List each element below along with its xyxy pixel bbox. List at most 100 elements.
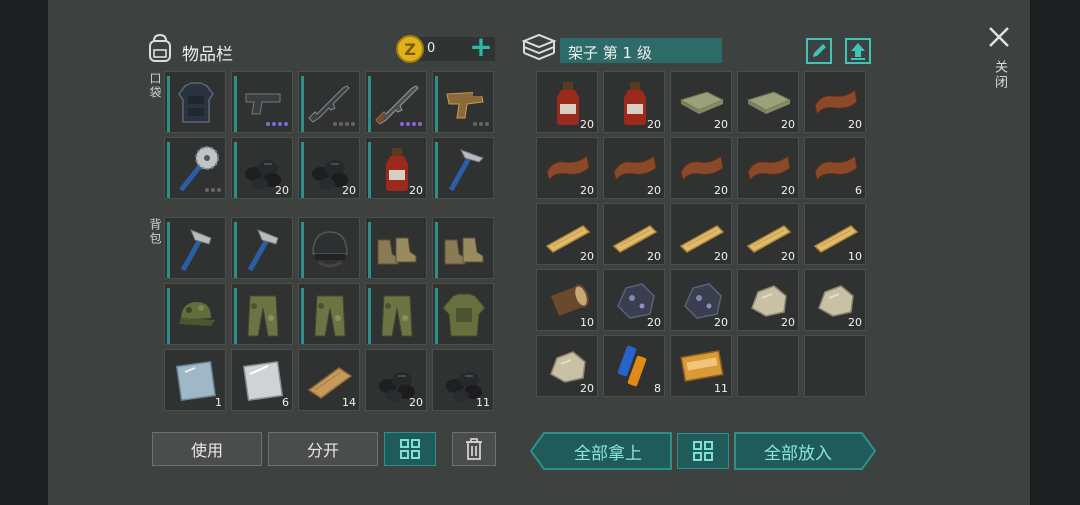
inventory-slot[interactable] bbox=[365, 283, 427, 345]
inventory-slot[interactable]: 20 bbox=[536, 335, 598, 397]
item-count: 10 bbox=[580, 316, 594, 329]
add-coins-button[interactable]: + bbox=[468, 33, 494, 61]
inventory-slot[interactable]: 1 bbox=[164, 349, 226, 411]
inventory-slot[interactable] bbox=[164, 217, 226, 279]
trash-icon bbox=[466, 438, 482, 460]
inventory-slot[interactable] bbox=[432, 217, 494, 279]
inventory-slot[interactable] bbox=[298, 283, 360, 345]
item-count: 11 bbox=[714, 382, 728, 395]
ak-rifle-icon bbox=[375, 85, 419, 125]
coin-count: 0 bbox=[427, 41, 436, 56]
empty-slot[interactable] bbox=[804, 335, 866, 397]
inventory-slot[interactable] bbox=[164, 283, 226, 345]
inventory-slot[interactable] bbox=[298, 217, 360, 279]
inventory-slot[interactable]: 20 bbox=[737, 137, 799, 199]
shelf-icon bbox=[521, 33, 557, 61]
boots-icon bbox=[444, 237, 484, 265]
inventory-slot[interactable]: 6 bbox=[231, 349, 293, 411]
inventory-slot[interactable]: 20 bbox=[603, 71, 665, 133]
inventory-slot[interactable]: 14 bbox=[298, 349, 360, 411]
item-count: 20 bbox=[848, 118, 862, 131]
grid-icon bbox=[693, 441, 713, 461]
inventory-slot[interactable]: 20 bbox=[737, 203, 799, 265]
inventory-slot[interactable] bbox=[164, 137, 226, 199]
quality-dots bbox=[266, 122, 288, 127]
item-count: 20 bbox=[714, 184, 728, 197]
inventory-slot[interactable]: 20 bbox=[670, 269, 732, 331]
item-count: 20 bbox=[580, 118, 594, 131]
inventory-slot[interactable]: 8 bbox=[603, 335, 665, 397]
inventory-slot[interactable]: 20 bbox=[603, 203, 665, 265]
glass-plate-icon bbox=[175, 360, 217, 402]
inventory-slot[interactable]: 11 bbox=[670, 335, 732, 397]
item-count: 20 bbox=[647, 118, 661, 131]
camo-jacket-icon bbox=[442, 293, 486, 337]
sort-shelf-button[interactable] bbox=[677, 433, 729, 469]
item-count: 20 bbox=[714, 250, 728, 263]
camo-pants-icon bbox=[247, 295, 279, 337]
inventory-slot[interactable]: 20 bbox=[603, 137, 665, 199]
hammer-axe-icon bbox=[180, 229, 212, 272]
inventory-slot[interactable]: 6 bbox=[804, 137, 866, 199]
inventory-slot[interactable] bbox=[231, 217, 293, 279]
inventory-slot[interactable]: 20 bbox=[804, 71, 866, 133]
inventory-slot[interactable]: 10 bbox=[536, 269, 598, 331]
inventory-slot[interactable]: 20 bbox=[298, 137, 360, 199]
inventory-slot[interactable]: 10 bbox=[804, 203, 866, 265]
pistol-icon bbox=[245, 93, 281, 115]
item-count: 20 bbox=[275, 184, 289, 197]
split-button[interactable]: 分开 bbox=[268, 432, 378, 466]
put-all-label: 全部放入 bbox=[764, 443, 832, 464]
boots-icon bbox=[377, 237, 417, 265]
inventory-slot[interactable]: 20 bbox=[737, 269, 799, 331]
inventory-slot[interactable]: 20 bbox=[670, 137, 732, 199]
item-count: 20 bbox=[647, 250, 661, 263]
item-count: 11 bbox=[476, 396, 490, 409]
armor-vest-icon bbox=[178, 82, 214, 123]
inventory-slot[interactable] bbox=[432, 71, 494, 133]
close-label: 关闭 bbox=[992, 60, 1007, 90]
camo-cap-icon bbox=[179, 302, 215, 326]
inventory-slot[interactable]: 20 bbox=[365, 349, 427, 411]
inventory-slot[interactable]: 20 bbox=[804, 269, 866, 331]
inventory-slot[interactable]: 20 bbox=[536, 71, 598, 133]
inventory-slot[interactable] bbox=[365, 71, 427, 133]
grid-icon bbox=[400, 439, 420, 459]
item-count: 8 bbox=[654, 382, 661, 395]
inventory-slot[interactable] bbox=[231, 71, 293, 133]
inventory-slot[interactable]: 11 bbox=[432, 349, 494, 411]
inventory-slot[interactable]: 20 bbox=[670, 71, 732, 133]
inventory-slot[interactable]: 20 bbox=[231, 137, 293, 199]
close-button[interactable]: 关闭 bbox=[984, 22, 1014, 102]
inventory-slot[interactable] bbox=[432, 283, 494, 345]
take-all-label: 全部拿上 bbox=[574, 443, 642, 464]
svg-text:Z: Z bbox=[404, 40, 416, 59]
trash-button[interactable] bbox=[452, 432, 496, 466]
inventory-slot[interactable]: 20 bbox=[365, 137, 427, 199]
inventory-slot[interactable] bbox=[365, 217, 427, 279]
inventory-slot[interactable] bbox=[231, 283, 293, 345]
inventory-slot[interactable]: 20 bbox=[670, 203, 732, 265]
item-count: 20 bbox=[781, 184, 795, 197]
upgrade-button[interactable] bbox=[845, 38, 871, 64]
empty-slot[interactable] bbox=[737, 335, 799, 397]
item-count: 1 bbox=[215, 396, 222, 409]
inventory-slot[interactable]: 20 bbox=[603, 269, 665, 331]
inventory-slot[interactable]: 20 bbox=[536, 203, 598, 265]
inventory-title: 物品栏 bbox=[182, 45, 233, 65]
inventory-slot[interactable] bbox=[432, 137, 494, 199]
sort-inventory-button[interactable] bbox=[384, 432, 436, 466]
item-count: 20 bbox=[647, 316, 661, 329]
edit-icon bbox=[813, 44, 826, 57]
item-count: 14 bbox=[342, 396, 356, 409]
rename-button[interactable] bbox=[806, 38, 832, 64]
quality-dots bbox=[400, 122, 422, 127]
item-count: 10 bbox=[848, 250, 862, 263]
use-button[interactable]: 使用 bbox=[152, 432, 262, 466]
inventory-slot[interactable]: 20 bbox=[536, 137, 598, 199]
inventory-slot[interactable] bbox=[298, 71, 360, 133]
inventory-slot[interactable] bbox=[164, 71, 226, 133]
hammer-axe-icon bbox=[247, 229, 279, 272]
inventory-slot[interactable]: 20 bbox=[737, 71, 799, 133]
backpack-icon bbox=[149, 33, 171, 62]
